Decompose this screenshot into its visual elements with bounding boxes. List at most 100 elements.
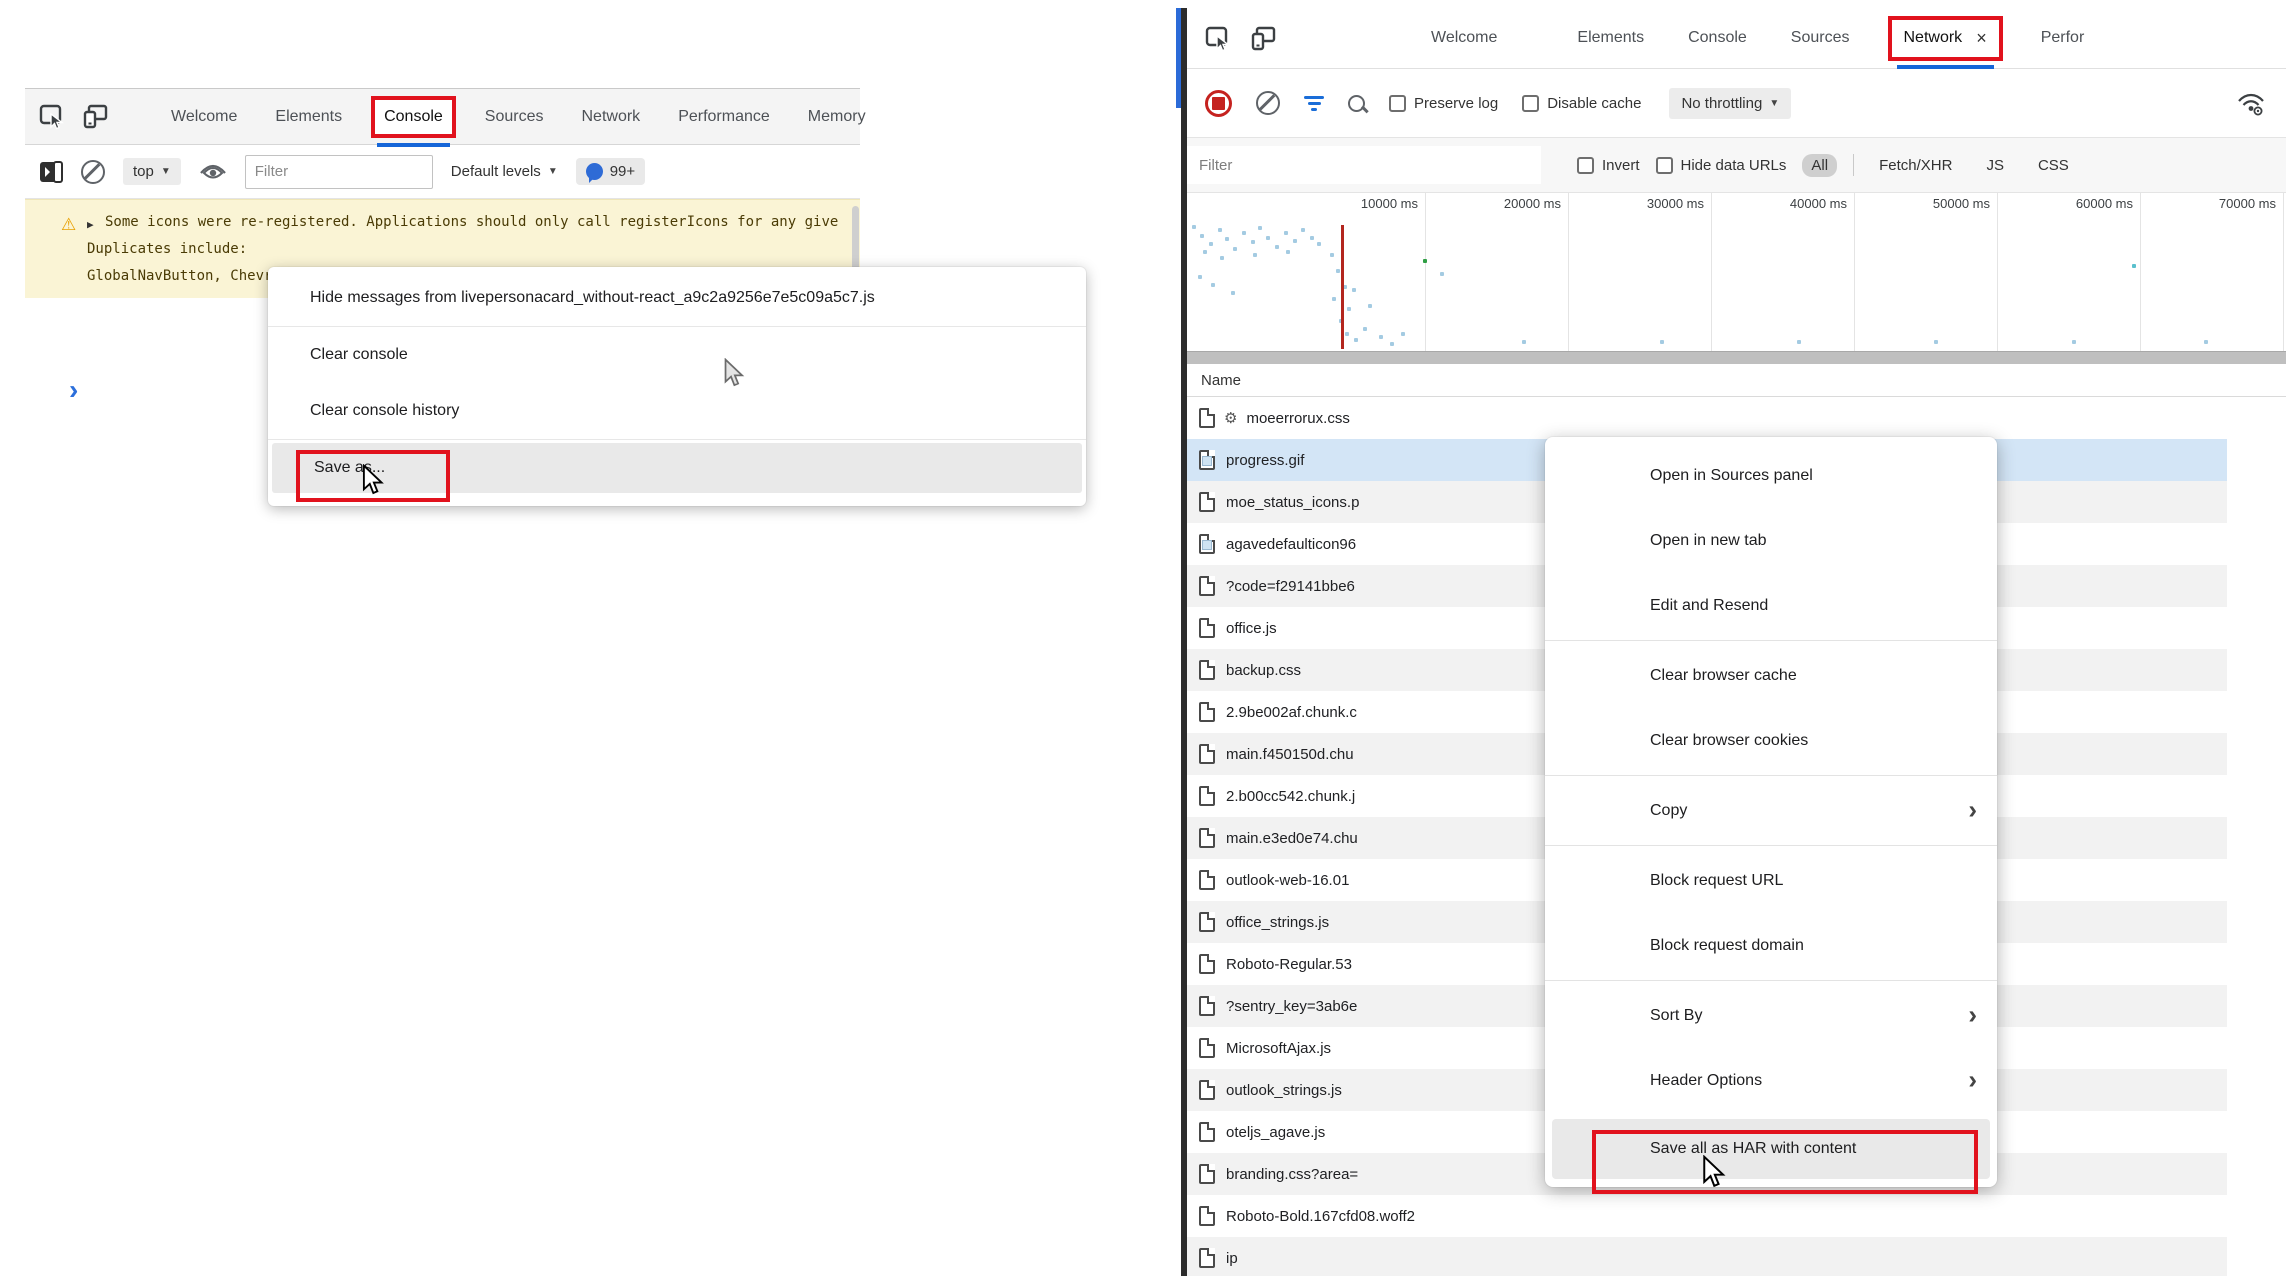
table-row[interactable]: ⚙ moeerrorux.css xyxy=(1187,397,2227,439)
menu-separator xyxy=(1545,980,1997,981)
tab-console[interactable]: Console xyxy=(371,96,456,138)
submenu-chevron-icon: › xyxy=(1968,1064,1977,1095)
file-icon xyxy=(1199,1248,1215,1268)
request-name: MicrosoftAjax.js xyxy=(1226,1040,1331,1057)
menu-item-sort-by[interactable]: Sort By › xyxy=(1545,983,1997,1048)
menu-item-clear-browser-cookies[interactable]: Clear browser cookies xyxy=(1545,708,1997,773)
disable-cache-checkbox[interactable]: Disable cache xyxy=(1522,95,1641,112)
tab-sources[interactable]: Sources xyxy=(1791,29,1850,47)
screenshot-canvas: Welcome Elements Console Sources Network… xyxy=(0,0,2286,1276)
invert-checkbox-input[interactable] xyxy=(1577,157,1594,174)
request-name: 2.b00cc542.chunk.j xyxy=(1226,788,1355,805)
gear-icon: ⚙ xyxy=(1224,409,1237,427)
divider xyxy=(1853,154,1854,176)
tab-performance[interactable]: Perfor xyxy=(2041,29,2085,47)
console-prompt-chevron[interactable]: › xyxy=(69,374,78,406)
filter-pill-fetch-xhr[interactable]: Fetch/XHR xyxy=(1870,154,1961,177)
tab-welcome[interactable]: Welcome xyxy=(1431,29,1497,47)
file-icon xyxy=(1199,1122,1215,1142)
request-name: main.f450150d.chu xyxy=(1226,746,1354,763)
inspect-icon[interactable] xyxy=(39,103,66,130)
tab-console[interactable]: Console xyxy=(1688,29,1747,47)
hide-data-urls-checkbox-input[interactable] xyxy=(1656,157,1673,174)
console-sidebar-icon[interactable] xyxy=(39,161,63,183)
console-filter-input[interactable] xyxy=(245,155,433,189)
file-icon xyxy=(1199,618,1215,638)
live-expression-eye-icon[interactable] xyxy=(199,162,227,182)
tab-sources[interactable]: Sources xyxy=(485,108,544,126)
menu-item-copy-label: Copy xyxy=(1650,802,1687,820)
menu-item-open-in-sources[interactable]: Open in Sources panel xyxy=(1545,443,1997,508)
warning-line-2: Duplicates include: xyxy=(25,236,860,263)
image-file-icon xyxy=(1199,450,1215,470)
console-toolbar: top ▼ Default levels ▼ 99+ xyxy=(25,145,860,199)
request-name: Roboto-Bold.167cfd08.woff2 xyxy=(1226,1208,1415,1225)
throttling-dropdown[interactable]: No throttling ▼ xyxy=(1669,88,1791,119)
file-icon xyxy=(1199,870,1215,890)
file-icon xyxy=(1199,954,1215,974)
issues-bubble-icon xyxy=(586,163,603,180)
default-levels-dropdown[interactable]: Default levels ▼ xyxy=(451,163,558,180)
filter-icon[interactable] xyxy=(1304,96,1324,111)
disable-cache-checkbox-input[interactable] xyxy=(1522,95,1539,112)
menu-item-copy[interactable]: Copy › xyxy=(1545,778,1997,843)
clear-console-icon[interactable] xyxy=(81,160,105,184)
menu-item-save-as[interactable]: Save as... xyxy=(272,443,1082,493)
table-row[interactable]: Roboto-Bold.167cfd08.woff2 xyxy=(1187,1195,2227,1237)
request-name: office.js xyxy=(1226,620,1277,637)
name-column-header[interactable]: Name xyxy=(1187,364,2286,397)
file-icon xyxy=(1199,1206,1215,1226)
invert-checkbox[interactable]: Invert xyxy=(1577,157,1640,174)
network-context-menu: Open in Sources panel Open in new tab Ed… xyxy=(1545,437,1997,1187)
menu-item-header-options[interactable]: Header Options › xyxy=(1545,1048,1997,1113)
submenu-chevron-icon: › xyxy=(1968,794,1977,825)
menu-item-block-request-url[interactable]: Block request URL xyxy=(1545,848,1997,913)
tab-welcome[interactable]: Welcome xyxy=(171,108,237,126)
tab-console-label: Console xyxy=(384,108,443,125)
network-overview-timeline[interactable]: 10000 ms 20000 ms 30000 ms 40000 ms 5000… xyxy=(1187,193,2286,351)
right-devtools-tabbar: Welcome Elements Console Sources Network… xyxy=(1187,8,2286,69)
request-name: oteljs_agave.js xyxy=(1226,1124,1325,1141)
clear-network-log-icon[interactable] xyxy=(1256,91,1280,115)
filter-pill-js[interactable]: JS xyxy=(1977,154,2013,177)
tab-elements[interactable]: Elements xyxy=(275,108,342,126)
menu-item-edit-and-resend[interactable]: Edit and Resend xyxy=(1545,573,1997,638)
scrollbar-thumb[interactable] xyxy=(852,206,859,270)
hide-data-urls-checkbox[interactable]: Hide data URLs xyxy=(1656,157,1787,174)
tab-network[interactable]: Network × xyxy=(1888,16,2003,61)
file-icon xyxy=(1199,1080,1215,1100)
tab-network[interactable]: Network xyxy=(582,108,641,126)
menu-item-save-all-as-har[interactable]: Save all as HAR with content xyxy=(1552,1119,1990,1179)
menu-item-block-request-domain[interactable]: Block request domain xyxy=(1545,913,1997,978)
record-network-log-icon[interactable] xyxy=(1205,90,1232,117)
tab-memory[interactable]: Memory xyxy=(808,108,866,126)
network-filter-input[interactable] xyxy=(1187,146,1541,184)
menu-separator xyxy=(1545,845,1997,846)
table-row[interactable]: ip xyxy=(1187,1237,2227,1276)
tab-performance[interactable]: Performance xyxy=(678,108,770,126)
menu-item-clear-console[interactable]: Clear console xyxy=(268,327,1086,383)
issues-badge[interactable]: 99+ xyxy=(576,158,645,185)
device-toolbar-icon[interactable] xyxy=(82,103,109,130)
device-toolbar-icon[interactable] xyxy=(1250,25,1277,52)
context-selector[interactable]: top ▼ xyxy=(123,158,181,185)
expand-arrow-icon[interactable]: ▶ xyxy=(87,211,94,238)
horizontal-scrollbar[interactable] xyxy=(1187,351,2286,364)
menu-item-clear-console-history[interactable]: Clear console history xyxy=(268,383,1086,439)
file-icon xyxy=(1199,744,1215,764)
preserve-log-checkbox-input[interactable] xyxy=(1389,95,1406,112)
request-name: ip xyxy=(1226,1250,1238,1267)
filter-pill-all[interactable]: All xyxy=(1802,154,1837,177)
inspect-icon[interactable] xyxy=(1205,25,1232,52)
menu-item-open-in-new-tab[interactable]: Open in new tab xyxy=(1545,508,1997,573)
tab-elements[interactable]: Elements xyxy=(1577,29,1644,47)
close-icon[interactable]: × xyxy=(1976,28,1987,49)
network-conditions-icon[interactable] xyxy=(2236,91,2266,116)
search-icon[interactable] xyxy=(1348,95,1365,112)
menu-item-clear-browser-cache[interactable]: Clear browser cache xyxy=(1545,643,1997,708)
filter-pill-css[interactable]: CSS xyxy=(2029,154,2078,177)
preserve-log-checkbox[interactable]: Preserve log xyxy=(1389,95,1498,112)
throttling-value: No throttling xyxy=(1681,95,1762,112)
mouse-cursor xyxy=(360,464,388,496)
menu-item-hide-messages[interactable]: Hide messages from livepersonacard_witho… xyxy=(268,270,1086,326)
